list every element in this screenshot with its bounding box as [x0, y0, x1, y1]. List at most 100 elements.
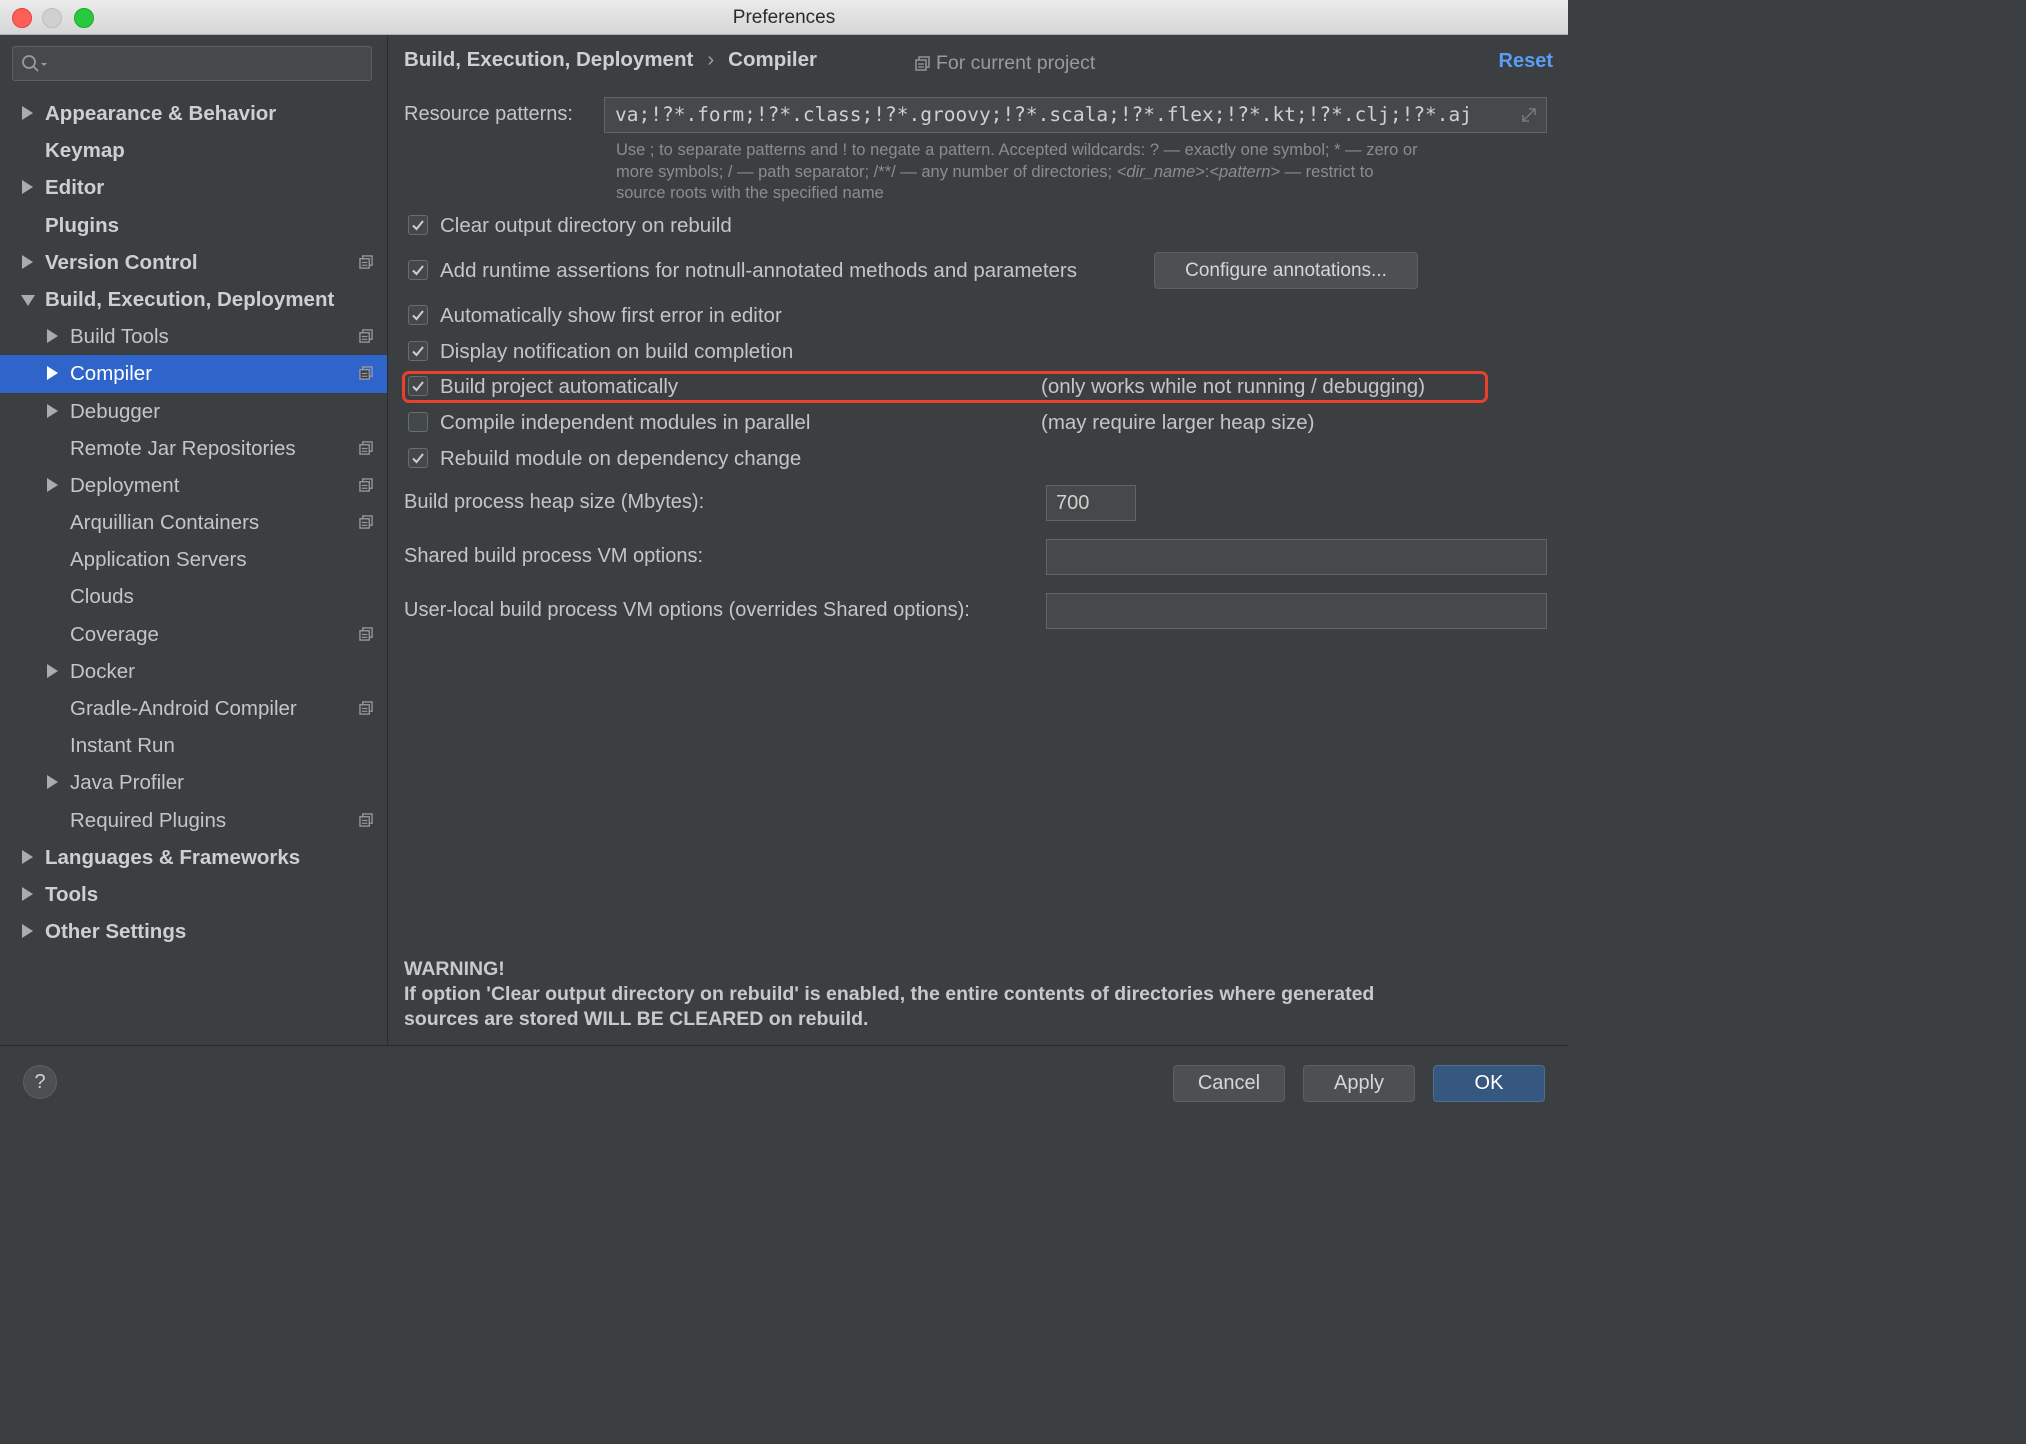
sidebar-item-keymap[interactable]: Keymap [0, 132, 387, 169]
chevron-right-icon[interactable] [47, 366, 58, 381]
sidebar-item-remote-jar-repositories[interactable]: Remote Jar Repositories [0, 430, 387, 467]
option-label: Rebuild module on dependency change [440, 447, 802, 470]
project-scope-icon [359, 366, 373, 381]
ok-button[interactable]: OK [1433, 1065, 1545, 1102]
sidebar-item-label: Languages & Frameworks [45, 845, 301, 869]
help-button[interactable]: ? [23, 1065, 57, 1099]
settings-tree: Appearance & Behavior Keymap Editor Plugins… [0, 95, 387, 950]
option-note: (may require larger heap size) [1041, 411, 1315, 434]
checkmark-icon [412, 310, 424, 321]
project-scope-indicator: For current project [915, 52, 1095, 75]
chevron-right-icon[interactable] [22, 886, 33, 901]
expand-icon[interactable] [1518, 104, 1540, 126]
resource-patterns-field[interactable]: va;!?*.form;!?*.class;!?*.groovy;!?*.sca… [604, 97, 1547, 133]
sidebar-item-java-profiler[interactable]: Java Profiler [0, 764, 387, 801]
sidebar-item-other-settings[interactable]: Other Settings [0, 913, 387, 950]
chevron-right-icon[interactable] [47, 663, 58, 678]
sidebar-item-appearance-behavior[interactable]: Appearance & Behavior [0, 95, 387, 132]
project-scope-icon [359, 515, 373, 529]
project-scope-icon [359, 812, 373, 827]
hint-line: Use ; to separate patterns and ! to nega… [616, 141, 1418, 159]
sidebar-item-build-tools[interactable]: Build Tools [0, 318, 387, 355]
highlight-outline [402, 371, 1488, 403]
resource-patterns-value: va;!?*.form;!?*.class;!?*.groovy;!?*.sca… [615, 103, 1473, 126]
chevron-right-icon[interactable] [47, 329, 58, 344]
sidebar-item-label: Instant Run [70, 734, 175, 758]
sidebar-item-editor[interactable]: Editor [0, 169, 387, 206]
resource-patterns-hint: Use ; to separate patterns and ! to nega… [616, 140, 1536, 205]
sidebar-item-label: Debugger [70, 399, 161, 423]
chevron-right-icon[interactable] [22, 254, 33, 269]
sidebar-item-tools[interactable]: Tools [0, 876, 387, 913]
option-label: Display notification on build completion [440, 340, 794, 363]
chevron-right-icon[interactable] [22, 849, 33, 864]
sidebar-item-required-plugins[interactable]: Required Plugins [0, 802, 387, 839]
sidebar-item-gradle-android-compiler[interactable]: Gradle-Android Compiler [0, 690, 387, 727]
project-scope-icon [915, 56, 930, 71]
dialog-footer: ? Cancel Apply OK [0, 1045, 1568, 1119]
checkbox[interactable] [408, 341, 428, 361]
checkbox[interactable] [408, 448, 428, 468]
warning-title: WARNING! [404, 958, 505, 980]
option-label: Compile independent modules in parallel [440, 411, 811, 434]
shared-vm-options-field[interactable] [1046, 539, 1547, 575]
cancel-button[interactable]: Cancel [1173, 1065, 1285, 1102]
option-label: Automatically show first error in editor [440, 304, 782, 327]
breadcrumb-current: Compiler [728, 48, 817, 71]
checkbox[interactable] [408, 260, 428, 280]
sidebar-item-label: Coverage [70, 622, 159, 646]
sidebar-item-label: Keymap [45, 139, 125, 163]
heap-size-field[interactable]: 700 [1046, 485, 1136, 521]
sidebar-item-deployment[interactable]: Deployment [0, 467, 387, 504]
title-bar: Preferences [0, 0, 1568, 35]
reset-link[interactable]: Reset [1499, 50, 1553, 73]
breadcrumb: Build, Execution, Deployment › Compiler [404, 48, 817, 72]
breadcrumb-separator: › [707, 48, 715, 71]
sidebar-item-debugger[interactable]: Debugger [0, 393, 387, 430]
hint-line: more symbols; / — path separator; /**/ —… [616, 162, 1374, 181]
sidebar-item-label: Build, Execution, Deployment [45, 287, 335, 311]
sidebar-item-instant-run[interactable]: Instant Run [0, 727, 387, 764]
sidebar-item-coverage[interactable]: Coverage [0, 616, 387, 653]
user-vm-options-field[interactable] [1046, 593, 1547, 629]
chevron-down-icon[interactable] [21, 294, 35, 306]
configure-annotations-button[interactable]: Configure annotations... [1154, 252, 1418, 289]
checkbox[interactable] [408, 412, 428, 432]
breadcrumb-parent[interactable]: Build, Execution, Deployment [404, 48, 693, 71]
scope-label: For current project [936, 52, 1096, 74]
window-title: Preferences [732, 7, 836, 28]
chevron-right-icon[interactable] [22, 924, 33, 939]
project-scope-icon [359, 478, 373, 492]
project-scope-icon [359, 329, 373, 343]
sidebar-item-compiler[interactable]: Compiler [0, 355, 387, 393]
sidebar-item-arquillian-containers[interactable]: Arquillian Containers [0, 504, 387, 541]
sidebar-item-label: Arquillian Containers [70, 511, 260, 535]
chevron-right-icon[interactable] [22, 106, 33, 120]
chevron-right-icon[interactable] [47, 403, 58, 418]
checkmark-icon [412, 346, 424, 357]
checkbox[interactable] [408, 305, 428, 325]
project-scope-icon [359, 701, 373, 715]
sidebar-item-label: Java Profiler [70, 771, 184, 795]
user-vm-options-label: User-local build process VM options (ove… [404, 599, 970, 621]
settings-search-field[interactable] [12, 46, 372, 81]
chevron-right-icon[interactable] [22, 180, 33, 195]
sidebar-item-label: Other Settings [45, 920, 187, 944]
heap-size-value: 700 [1056, 492, 1090, 514]
sidebar-item-languages-frameworks[interactable]: Languages & Frameworks [0, 839, 387, 876]
sidebar-item-docker[interactable]: Docker [0, 653, 387, 690]
sidebar-item-plugins[interactable]: Plugins [0, 207, 387, 244]
chevron-right-icon[interactable] [47, 775, 58, 790]
apply-button[interactable]: Apply [1303, 1065, 1415, 1102]
sidebar-item-label: Editor [45, 176, 105, 200]
project-scope-icon [359, 255, 373, 269]
warning-text: sources are stored WILL BE CLEARED on re… [404, 1008, 869, 1030]
sidebar-item-version-control[interactable]: Version Control [0, 244, 387, 281]
sidebar-item-build-execution-deployment[interactable]: Build, Execution, Deployment [0, 281, 387, 318]
chevron-right-icon[interactable] [47, 477, 58, 492]
sidebar-item-clouds[interactable]: Clouds [0, 578, 387, 615]
sidebar-item-label: Version Control [45, 250, 198, 274]
checkbox[interactable] [408, 215, 428, 235]
sidebar-item-application-servers[interactable]: Application Servers [0, 541, 387, 578]
sidebar-item-label: Deployment [70, 473, 180, 497]
